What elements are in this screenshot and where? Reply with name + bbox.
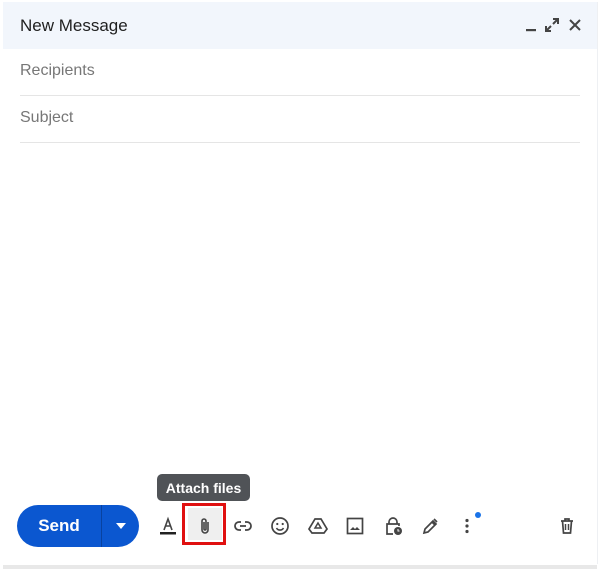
subject-field[interactable] [20,96,580,143]
compose-header: New Message [3,2,597,49]
insert-drive-button[interactable] [303,511,333,541]
send-button[interactable]: Send [17,505,102,547]
insert-link-button[interactable] [228,511,258,541]
recipients-input[interactable] [20,49,580,93]
more-vert-icon [465,518,469,534]
image-icon [346,517,364,535]
attach-files-button[interactable] [190,511,220,541]
drive-icon [308,518,328,534]
lock-clock-icon [386,517,402,535]
paperclip-icon [201,518,209,534]
minimize-icon[interactable] [522,16,540,34]
notification-dot [475,512,481,518]
insert-emoji-button[interactable] [265,511,295,541]
confidential-mode-button[interactable] [378,511,408,541]
recipients-field[interactable] [20,49,580,96]
trash-icon [561,518,573,534]
formatting-options-button[interactable] [153,511,183,541]
subject-input[interactable] [20,96,580,140]
discard-draft-button[interactable] [552,511,582,541]
close-icon[interactable] [566,16,584,34]
insert-signature-button[interactable] [415,511,445,541]
bottom-edge [3,565,597,569]
message-body[interactable] [20,147,580,477]
insert-photo-button[interactable] [340,511,370,541]
attach-files-tooltip: Attach files [157,474,250,501]
text-format-icon [160,516,176,535]
compose-title: New Message [20,16,128,35]
link-icon [234,521,252,531]
emoji-icon [271,517,289,535]
send-button-group: Send [17,505,139,547]
compose-window: New Message [3,2,598,564]
pen-icon [422,518,438,535]
caret-down-icon [115,523,126,529]
expand-icon[interactable] [543,16,561,34]
